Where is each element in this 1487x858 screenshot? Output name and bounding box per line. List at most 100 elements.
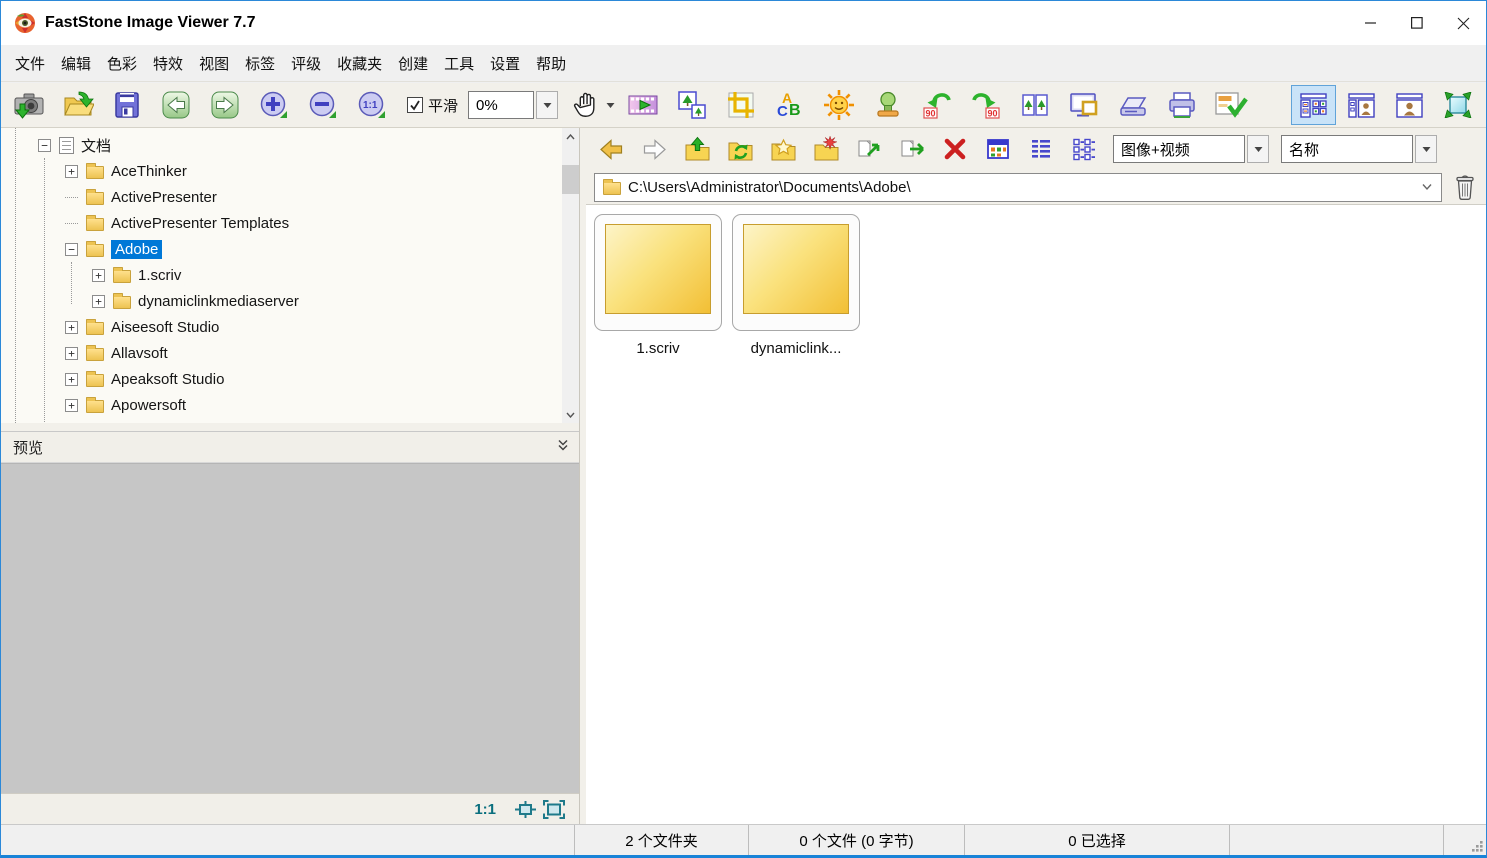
rotate-right-button[interactable]: 90 <box>968 86 1004 124</box>
svg-text:C: C <box>777 103 788 120</box>
list-view-button[interactable] <box>1024 132 1058 166</box>
menu-item-8[interactable]: 收藏夹 <box>329 53 390 74</box>
tree-item-label: ActivePresenter <box>111 189 217 206</box>
preview-collapse-button[interactable] <box>557 438 569 456</box>
menu-item-12[interactable]: 帮助 <box>528 53 574 74</box>
path-chevron-down-icon[interactable] <box>1421 183 1433 191</box>
batch-convert-button[interactable] <box>1213 86 1249 124</box>
view-mode-full-preview-button[interactable] <box>1387 85 1432 125</box>
fullscreen-button[interactable] <box>1435 85 1480 125</box>
slideshow-button[interactable] <box>625 86 661 124</box>
previous-image-button[interactable] <box>158 86 194 124</box>
scroll-thumb[interactable] <box>562 165 579 194</box>
wallpaper-button[interactable] <box>1066 86 1102 124</box>
crop-button[interactable] <box>723 86 759 124</box>
annotate-button[interactable]: A C B <box>772 86 808 124</box>
thumbnail-view-button[interactable] <box>981 132 1015 166</box>
history-forward-button[interactable] <box>637 132 671 166</box>
tree-expander-plus-icon[interactable]: + <box>65 347 78 360</box>
sort-by-drop-button[interactable] <box>1415 135 1437 163</box>
tree-item[interactable]: −文档 <box>1 132 562 158</box>
tree-expander-plus-icon[interactable]: + <box>65 399 78 412</box>
scroll-up-button[interactable] <box>562 128 579 145</box>
menu-item-9[interactable]: 创建 <box>390 53 436 74</box>
zoom-level-drop-button[interactable] <box>536 91 558 119</box>
menu-item-10[interactable]: 工具 <box>436 53 482 74</box>
tree-item[interactable]: +dynamiclinkmediaserver <box>1 288 562 314</box>
pane-splitter[interactable] <box>579 128 586 824</box>
rotate-left-button[interactable]: 90 <box>919 86 955 124</box>
zoom-level-combo[interactable]: 0% <box>468 91 558 119</box>
new-folder-button[interactable] <box>809 132 843 166</box>
recycle-bin-button[interactable] <box>1453 174 1477 201</box>
tree-item[interactable]: +1.scriv <box>1 262 562 288</box>
tree-item[interactable]: +Allavsoft <box>1 340 562 366</box>
tree-expander-plus-icon[interactable]: + <box>65 373 78 386</box>
zoom-in-button[interactable] <box>256 86 292 124</box>
tree-expander-plus-icon[interactable]: + <box>92 269 105 282</box>
tree-item[interactable]: −Adobe <box>1 236 562 262</box>
folder-thumbnail[interactable]: dynamiclink... <box>732 214 860 357</box>
print-button[interactable] <box>1164 86 1200 124</box>
move-to-folder-button[interactable] <box>895 132 929 166</box>
scan-button[interactable] <box>1115 86 1151 124</box>
adjust-colors-button[interactable] <box>821 86 857 124</box>
resize-grip[interactable] <box>1470 839 1484 853</box>
menu-item-3[interactable]: 色彩 <box>99 53 145 74</box>
tree-item[interactable]: +Apeaksoft Studio <box>1 366 562 392</box>
actual-size-button[interactable]: 1:1 <box>354 86 390 124</box>
history-back-button[interactable] <box>594 132 628 166</box>
tree-item[interactable]: +Apowersoft <box>1 392 562 418</box>
hand-tool-button[interactable] <box>570 89 615 121</box>
preview-actual-size-button[interactable] <box>514 800 537 819</box>
tree-expander-minus-icon[interactable]: − <box>38 139 51 152</box>
menu-item-6[interactable]: 标签 <box>237 53 283 74</box>
menu-item-5[interactable]: 视图 <box>191 53 237 74</box>
tree-expander-minus-icon[interactable]: − <box>65 243 78 256</box>
menu-item-11[interactable]: 设置 <box>482 53 528 74</box>
tree-scrollbar[interactable] <box>562 128 579 423</box>
delete-button[interactable] <box>938 132 972 166</box>
zoom-out-button[interactable] <box>305 86 341 124</box>
tree-expander-plus-icon[interactable]: + <box>65 321 78 334</box>
folder-thumbnail[interactable]: 1.scriv <box>594 214 722 357</box>
save-as-button[interactable] <box>109 86 145 124</box>
status-cell-0 <box>1 825 574 855</box>
smooth-toggle[interactable]: 平滑 <box>407 95 458 116</box>
preview-fit-window-button[interactable] <box>543 800 565 819</box>
tree-item[interactable]: +Aiseesoft Studio <box>1 314 562 340</box>
menu-item-1[interactable]: 文件 <box>7 53 53 74</box>
up-folder-button[interactable] <box>680 132 714 166</box>
view-mode-thumbnail-preview-button[interactable] <box>1339 85 1384 125</box>
refresh-folder-button[interactable] <box>723 132 757 166</box>
tree-item[interactable]: +Apowersoft PDF <box>1 418 562 423</box>
clone-stamp-button[interactable] <box>870 86 906 124</box>
file-filter-combo[interactable]: 图像+视频 <box>1113 135 1269 163</box>
next-image-button[interactable] <box>207 86 243 124</box>
tree-item[interactable]: ActivePresenter <box>1 184 562 210</box>
details-view-button[interactable] <box>1067 132 1101 166</box>
resize-button[interactable] <box>674 86 710 124</box>
menu-item-4[interactable]: 特效 <box>145 53 191 74</box>
copy-to-folder-button[interactable] <box>852 132 886 166</box>
open-file-button[interactable] <box>60 86 96 124</box>
menu-item-7[interactable]: 评级 <box>283 53 329 74</box>
view-mode-browser-button[interactable] <box>1291 85 1336 125</box>
tree-expander-plus-icon[interactable]: + <box>65 165 78 178</box>
close-button[interactable] <box>1440 1 1486 45</box>
maximize-button[interactable] <box>1394 1 1440 45</box>
tree-expander-plus-icon[interactable]: + <box>92 295 105 308</box>
smooth-checkbox[interactable] <box>407 97 423 113</box>
minimize-button[interactable] <box>1348 1 1394 45</box>
acquire-camera-button[interactable] <box>11 86 47 124</box>
file-filter-drop-button[interactable] <box>1247 135 1269 163</box>
tree-item[interactable]: +AceThinker <box>1 158 562 184</box>
tree-item[interactable]: ActivePresenter Templates <box>1 210 562 236</box>
scroll-down-button[interactable] <box>562 406 579 423</box>
compare-images-button[interactable] <box>1017 86 1053 124</box>
sort-by-combo[interactable]: 名称 <box>1281 135 1437 163</box>
scanner-icon <box>1117 89 1149 121</box>
path-combo[interactable]: C:\Users\Administrator\Documents\Adobe\ <box>594 173 1442 202</box>
favorites-button[interactable] <box>766 132 800 166</box>
menu-item-2[interactable]: 编辑 <box>53 53 99 74</box>
